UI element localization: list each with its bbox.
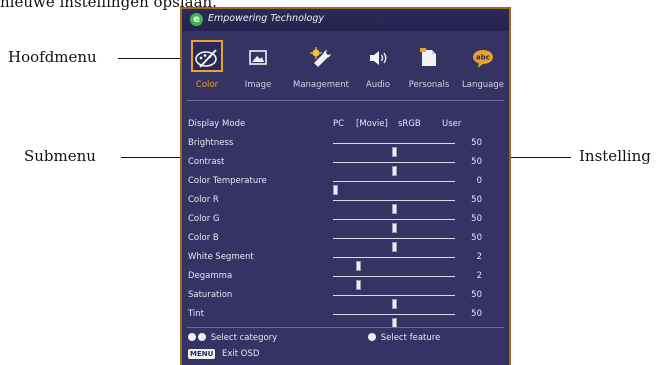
osd-header: e Empowering Technology bbox=[182, 9, 509, 31]
left-arrow-icon bbox=[188, 333, 196, 341]
setting-row[interactable]: Tint 50 bbox=[182, 305, 509, 328]
exit-text: Exit OSD bbox=[222, 349, 260, 359]
tab-personals[interactable]: Personals bbox=[402, 35, 456, 97]
display-mode-label: Display Mode bbox=[188, 119, 246, 129]
setting-slider[interactable] bbox=[333, 314, 455, 328]
setting-row[interactable]: Color B 50 bbox=[182, 229, 509, 252]
select-feature-hint: Select feature bbox=[368, 333, 440, 343]
setting-value: 50 bbox=[471, 233, 482, 243]
setting-value: 50 bbox=[471, 157, 482, 167]
setting-label: Color G bbox=[188, 214, 220, 224]
setting-value: 50 bbox=[471, 138, 482, 148]
svg-text:abc: abc bbox=[476, 54, 490, 62]
setting-value: 2 bbox=[476, 271, 482, 281]
osd-footer: Select category Select feature MENU Exit… bbox=[182, 327, 509, 365]
setting-slider[interactable] bbox=[333, 238, 455, 252]
select-feature-text: Select feature bbox=[380, 333, 441, 343]
tab-label: Image bbox=[244, 80, 272, 90]
footer-divider bbox=[187, 327, 504, 328]
setting-row[interactable]: Brightness 50 bbox=[182, 134, 509, 157]
picture-icon bbox=[249, 50, 267, 65]
brand-text: Empowering Technology bbox=[208, 13, 324, 24]
setting-label: Degamma bbox=[188, 271, 233, 281]
tab-label: Color bbox=[195, 80, 219, 90]
mode-option-user[interactable]: User bbox=[442, 119, 461, 129]
exit-hint: MENU Exit OSD bbox=[188, 349, 259, 359]
main-menu-tabs: Color Image Management Audio Personals a… bbox=[182, 35, 509, 97]
setting-row[interactable]: Color G 50 bbox=[182, 210, 509, 233]
setting-value: 50 bbox=[471, 290, 482, 300]
select-category-hint: Select category bbox=[188, 333, 277, 343]
setting-label: Tint bbox=[188, 309, 205, 319]
setting-row[interactable]: Degamma 2 bbox=[182, 267, 509, 290]
palette-icon bbox=[195, 49, 217, 68]
tab-audio[interactable]: Audio bbox=[360, 35, 396, 97]
setting-value: 50 bbox=[471, 214, 482, 224]
tab-label: Audio bbox=[365, 80, 391, 90]
setting-slider[interactable] bbox=[333, 181, 455, 195]
right-arrow-icon bbox=[198, 333, 206, 341]
setting-row[interactable]: Saturation 50 bbox=[182, 286, 509, 309]
tab-label: Personals bbox=[408, 80, 450, 90]
setting-callout: Instelling bbox=[579, 147, 651, 165]
setting-label: Saturation bbox=[188, 290, 233, 300]
menu-divider bbox=[187, 100, 504, 101]
setting-slider[interactable] bbox=[333, 162, 455, 176]
setting-row[interactable]: Color R 50 bbox=[182, 191, 509, 214]
setting-slider[interactable] bbox=[333, 200, 455, 214]
setting-label: Color Temperature bbox=[188, 176, 267, 186]
setting-value: 2 bbox=[476, 252, 482, 262]
tab-color[interactable]: Color bbox=[188, 35, 226, 97]
setting-label: Contrast bbox=[188, 157, 225, 167]
mode-option-pc[interactable]: PC bbox=[333, 119, 344, 129]
wrench-icon bbox=[310, 47, 331, 67]
setting-label: Brightness bbox=[188, 138, 234, 148]
submenu-callout: Submenu bbox=[24, 147, 96, 165]
setting-row[interactable]: Color Temperature 0 bbox=[182, 172, 509, 195]
down-arrow-icon bbox=[368, 333, 376, 341]
setting-slider[interactable] bbox=[333, 295, 455, 309]
setting-slider[interactable] bbox=[333, 143, 455, 157]
tab-image[interactable]: Image bbox=[234, 35, 282, 97]
osd-menu: e Empowering Technology Color Image Mana… bbox=[180, 7, 511, 365]
setting-slider[interactable] bbox=[333, 219, 455, 233]
mode-option-movie[interactable]: [Movie] bbox=[356, 119, 388, 129]
tab-language[interactable]: abc Language bbox=[458, 35, 508, 97]
menu-key-icon: MENU bbox=[188, 349, 216, 359]
speaker-icon bbox=[370, 51, 387, 65]
select-category-text: Select category bbox=[210, 333, 278, 343]
tab-label: Management bbox=[293, 80, 349, 90]
setting-label: Color B bbox=[188, 233, 219, 243]
speech-bubble-icon: abc bbox=[473, 50, 493, 68]
tab-management[interactable]: Management bbox=[286, 35, 356, 97]
setting-value: 0 bbox=[476, 176, 482, 186]
display-mode-row[interactable]: Display Mode PC [Movie] sRGB User bbox=[182, 115, 509, 134]
setting-label: White Segment bbox=[188, 252, 254, 262]
document-icon bbox=[420, 48, 436, 66]
setting-value: 50 bbox=[471, 195, 482, 205]
main-menu-callout: Hoofdmenu bbox=[8, 48, 97, 66]
setting-value: 50 bbox=[471, 309, 482, 319]
setting-row[interactable]: White Segment 2 bbox=[182, 248, 509, 271]
mode-option-srgb[interactable]: sRGB bbox=[398, 119, 421, 129]
setting-slider[interactable] bbox=[333, 276, 455, 290]
setting-slider[interactable] bbox=[333, 257, 455, 271]
setting-row[interactable]: Contrast 50 bbox=[182, 153, 509, 176]
setting-label: Color R bbox=[188, 195, 219, 205]
tab-label: Language bbox=[462, 80, 504, 90]
brand-logo-icon: e bbox=[190, 13, 203, 26]
